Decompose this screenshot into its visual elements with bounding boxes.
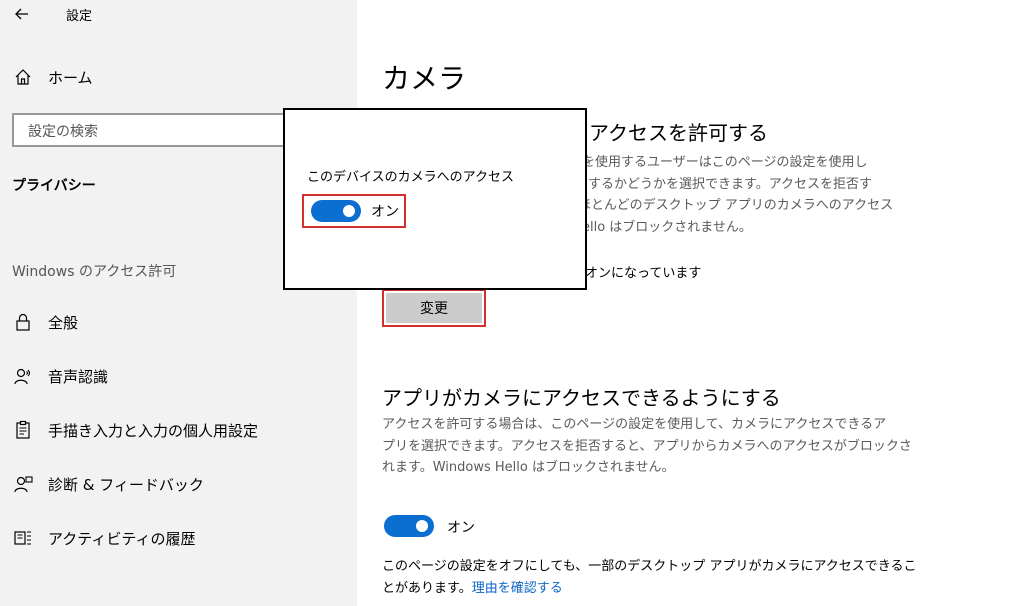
desc-line: れます。Windows Hello はブロックされません。: [382, 460, 675, 475]
feedback-icon: [14, 476, 33, 493]
section2-description: アクセスを許可する場合は、このページの設定を使用して、カメラにアクセスできるア …: [382, 414, 912, 479]
change-button[interactable]: 変更: [382, 289, 486, 327]
sidebar-item-diagnostics[interactable]: 診断 & フィードバック: [0, 464, 357, 504]
category-title: プライバシー: [12, 178, 96, 194]
lock-icon: [16, 313, 30, 331]
sidebar-item-inking[interactable]: 手描き入力と入力の個人用設定: [0, 410, 357, 450]
section2-heading: アプリがカメラにアクセスできるようにする: [382, 386, 781, 410]
desc-line: アクセスを許可する場合は、このページの設定を使用して、カメラにアクセスできるア: [382, 417, 887, 432]
sidebar-item-speech[interactable]: 音声認識: [0, 356, 357, 396]
popup-title: このデバイスのカメラへのアクセス: [307, 170, 514, 185]
desc-line: ello はブロックされません。: [582, 219, 752, 235]
sidebar-item-label: 音声認識: [48, 367, 109, 386]
sidebar-item-home[interactable]: ホーム: [0, 57, 357, 97]
note-line-text: とがあります。: [382, 581, 472, 596]
device-camera-toggle[interactable]: [311, 200, 361, 222]
popup-toggle-label: オン: [371, 204, 399, 220]
app-title: 設定: [66, 9, 93, 24]
desc-line: スを使用するユーザーはこのページの設定を使用し: [569, 155, 868, 170]
sidebar-item-label: 全般: [48, 313, 79, 332]
toggle-label: オン: [447, 520, 475, 536]
main-content: カメラ アクセスを許可する スを使用するユーザーはこのページの設定を使用し 可す…: [357, 0, 1024, 606]
section1-description: スを使用するユーザーはこのページの設定を使用し 可するかどうかを選択できます。ア…: [569, 152, 893, 238]
page-title: カメラ: [382, 62, 467, 95]
sidebar-item-general[interactable]: 全般: [0, 302, 357, 342]
sidebar-item-activity[interactable]: アクティビティの履歴: [0, 518, 357, 558]
popup-toggle-highlight: オン: [302, 194, 406, 228]
desc-line: ほとんどのデスクトップ アプリのカメラへのアクセス: [578, 198, 894, 213]
section1-heading: アクセスを許可する: [589, 121, 768, 145]
search-placeholder: 設定の検索: [28, 124, 98, 140]
desc-line: プリを選択できます。アクセスを拒否すると、アプリからカメラへのアクセスがブロック…: [382, 438, 912, 454]
note-line: このページの設定をオフにしても、一部のデスクトップ アプリがカメラにアクセスでき…: [382, 559, 917, 574]
sidebar-item-label: アクティビティの履歴: [48, 529, 196, 548]
app-camera-access-toggle[interactable]: [384, 515, 434, 537]
camera-access-popup: このデバイスのカメラへのアクセス オン: [283, 108, 587, 290]
sidebar-item-label: 診断 & フィードバック: [48, 475, 204, 494]
toggle-knob: [343, 205, 355, 217]
home-icon: [15, 69, 31, 85]
back-arrow-icon[interactable]: [12, 4, 32, 24]
search-input[interactable]: 設定の検索: [12, 113, 312, 147]
device-access-status: オンになっています: [585, 266, 702, 281]
change-button-label: 変更: [386, 293, 482, 323]
activity-icon: [14, 531, 31, 545]
sidebar-item-label: 手描き入力と入力の個人用設定: [48, 421, 259, 440]
learn-why-link[interactable]: 理由を確認する: [472, 581, 563, 596]
sidebar-item-label: ホーム: [48, 68, 93, 87]
sidebar: 設定 ホーム 設定の検索 プライバシー Windows のアクセス許可 全般 音…: [0, 0, 357, 606]
speech-icon: [14, 368, 31, 385]
note-text: このページの設定をオフにしても、一部のデスクトップ アプリがカメラにアクセスでき…: [382, 556, 917, 600]
desc-line: 可するかどうかを選択できます。アクセスを拒否す: [575, 176, 873, 192]
note-line: とがあります。理由を確認する: [382, 578, 917, 600]
section-header: Windows のアクセス許可: [12, 264, 177, 280]
toggle-knob: [416, 520, 428, 532]
clipboard-icon: [16, 420, 30, 439]
